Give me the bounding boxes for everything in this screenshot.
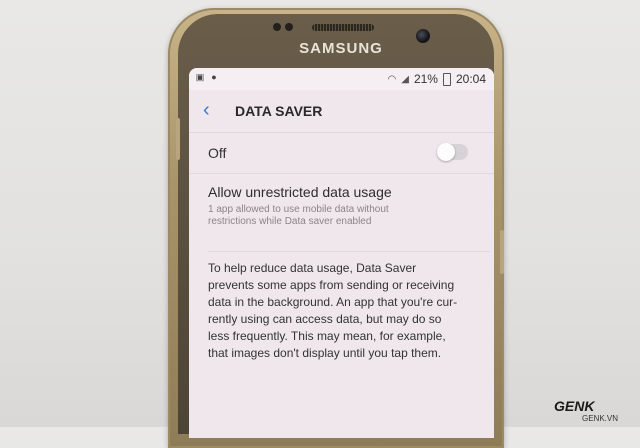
light-sensor xyxy=(285,23,293,31)
description-line: To help reduce data usage, Data Saver xyxy=(208,261,417,275)
earpiece-speaker xyxy=(312,24,374,31)
battery-icon xyxy=(442,72,451,86)
clock: 20:04 xyxy=(455,72,486,86)
volume-button xyxy=(176,118,180,160)
gallery-icon: ▣ xyxy=(195,72,205,82)
subtitle-line: restrictions while Data saver enabled xyxy=(208,216,372,227)
watermark-logo: GENK xyxy=(554,398,595,414)
battery-percentage: 21% xyxy=(413,72,438,86)
data-saver-state-label: Off xyxy=(208,145,227,161)
unrestricted-subtitle: 1 app allowed to use mobile data without… xyxy=(208,204,468,228)
brand-logo: SAMSUNG xyxy=(299,40,383,57)
power-button xyxy=(500,230,504,274)
description-line: prevents some apps from sending or recei… xyxy=(208,277,455,292)
description-line: less frequently. This may mean, for exam… xyxy=(208,328,446,343)
switch-knob xyxy=(437,143,455,161)
unrestricted-data-row[interactable]: Allow unrestricted data usage 1 app allo… xyxy=(189,173,494,242)
signal-icon: ◢ xyxy=(401,73,409,85)
status-bar: ▣ ● ◠ ◢ 21% 20:04 xyxy=(189,68,494,90)
wifi-icon: ◠ xyxy=(387,73,397,85)
page-title: DATA SAVER xyxy=(235,103,323,119)
phone-screen: ▣ ● ◠ ◢ 21% 20:04 ‹ DATA SAVER Off Allow… xyxy=(189,68,494,438)
back-arrow-icon[interactable]: ‹ xyxy=(203,100,210,120)
data-saver-toggle-row[interactable]: Off xyxy=(189,132,494,173)
subtitle-line: 1 app allowed to use mobile data without xyxy=(208,204,389,215)
data-saver-description: To help reduce data usage, Data Saver pr… xyxy=(208,251,490,361)
sync-icon: ● xyxy=(211,72,217,82)
description-line: data in the background. An app that you'… xyxy=(208,294,458,309)
proximity-sensor xyxy=(273,23,281,31)
unrestricted-title: Allow unrestricted data usage xyxy=(208,184,392,200)
front-camera xyxy=(416,29,430,43)
data-saver-switch[interactable] xyxy=(437,143,468,161)
watermark-url: GENK.VN xyxy=(582,414,619,423)
app-bar: ‹ DATA SAVER xyxy=(189,90,494,132)
description-line: that images don't display until you tap … xyxy=(208,345,442,360)
description-line: rently using can access data, but may do… xyxy=(208,311,442,326)
